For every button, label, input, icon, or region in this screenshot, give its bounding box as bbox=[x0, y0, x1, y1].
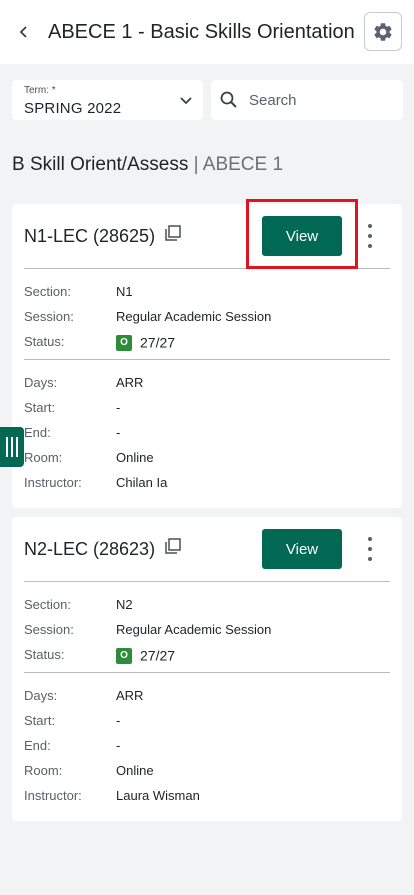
chevron-down-icon bbox=[180, 97, 192, 105]
section-title: N1-LEC (28625) bbox=[24, 226, 156, 246]
room-value: Online bbox=[116, 763, 154, 778]
status-label: Status: bbox=[24, 334, 65, 349]
back-button[interactable] bbox=[10, 18, 38, 46]
course-separator: | bbox=[193, 154, 199, 175]
instructor-value: Chilan Ia bbox=[116, 475, 168, 490]
term-label-text: Term: bbox=[24, 85, 49, 96]
instructor-label: Instructor: bbox=[24, 788, 82, 803]
search-icon bbox=[220, 91, 237, 108]
course-code: ABECE 1 bbox=[202, 154, 284, 175]
divider bbox=[24, 581, 390, 582]
enrollment-count: 27/27 bbox=[140, 647, 176, 664]
section-label: Section: bbox=[24, 597, 71, 612]
end-value: - bbox=[116, 738, 121, 753]
more-options-icon[interactable] bbox=[360, 222, 380, 250]
session-value: Regular Academic Session bbox=[116, 622, 272, 637]
search-input[interactable] bbox=[249, 88, 394, 112]
term-value: SPRING 2022 bbox=[24, 100, 122, 117]
section-value: N1 bbox=[116, 284, 133, 299]
view-button[interactable]: View bbox=[262, 529, 342, 569]
view-button[interactable]: View bbox=[262, 216, 342, 256]
more-options-icon[interactable] bbox=[360, 535, 380, 563]
top-bar: ABECE 1 - Basic Skills Orientation and A… bbox=[0, 0, 414, 64]
page-title: ABECE 1 - Basic Skills Orientation and A… bbox=[48, 21, 356, 43]
divider bbox=[24, 359, 390, 360]
days-value: ARR bbox=[116, 375, 144, 390]
days-value: ARR bbox=[116, 688, 144, 703]
days-label: Days: bbox=[24, 375, 58, 390]
session-label: Session: bbox=[24, 622, 74, 637]
search-box bbox=[211, 80, 403, 120]
start-value: - bbox=[116, 713, 121, 728]
section-value: N2 bbox=[116, 597, 133, 612]
status-value: O 27/27 bbox=[116, 647, 175, 664]
status-label: Status: bbox=[24, 647, 65, 662]
start-value: - bbox=[116, 400, 121, 415]
section-card: N2-LEC (28623) View Section: N2 Session:… bbox=[12, 517, 402, 821]
room-label: Room: bbox=[24, 450, 63, 465]
open-status-badge: O bbox=[116, 334, 132, 351]
days-label: Days: bbox=[24, 688, 58, 703]
term-select[interactable]: Term: * SPRING 2022 bbox=[12, 80, 203, 120]
course-heading: B Skill Orient/Assess | ABECE 1 bbox=[12, 153, 283, 177]
copy-icon[interactable] bbox=[164, 224, 182, 242]
enrollment-count: 27/27 bbox=[140, 334, 176, 351]
room-label: Room: bbox=[24, 763, 63, 778]
instructor-label: Instructor: bbox=[24, 475, 82, 490]
end-value: - bbox=[116, 425, 121, 440]
required-marker: * bbox=[51, 85, 56, 96]
term-label: Term: * bbox=[24, 85, 56, 96]
end-label: End: bbox=[24, 738, 51, 753]
section-card: N1-LEC (28625) View Section: N1 Session:… bbox=[12, 204, 402, 508]
divider bbox=[24, 672, 390, 673]
start-label: Start: bbox=[24, 400, 56, 415]
session-value: Regular Academic Session bbox=[116, 309, 272, 324]
chevron-left-icon bbox=[19, 26, 27, 38]
section-title: N2-LEC (28623) bbox=[24, 539, 156, 559]
section-label: Section: bbox=[24, 284, 71, 299]
status-value: O 27/27 bbox=[116, 334, 175, 351]
room-value: Online bbox=[116, 450, 154, 465]
course-name: B Skill Orient/Assess bbox=[12, 154, 189, 175]
start-label: Start: bbox=[24, 713, 56, 728]
divider bbox=[24, 268, 390, 269]
drawer-handle[interactable] bbox=[0, 427, 24, 467]
instructor-value: Laura Wisman bbox=[116, 788, 200, 803]
copy-icon[interactable] bbox=[164, 537, 182, 555]
session-label: Session: bbox=[24, 309, 74, 324]
gear-icon bbox=[374, 22, 392, 41]
settings-button[interactable] bbox=[364, 12, 402, 51]
end-label: End: bbox=[24, 425, 51, 440]
open-status-badge: O bbox=[116, 647, 132, 664]
